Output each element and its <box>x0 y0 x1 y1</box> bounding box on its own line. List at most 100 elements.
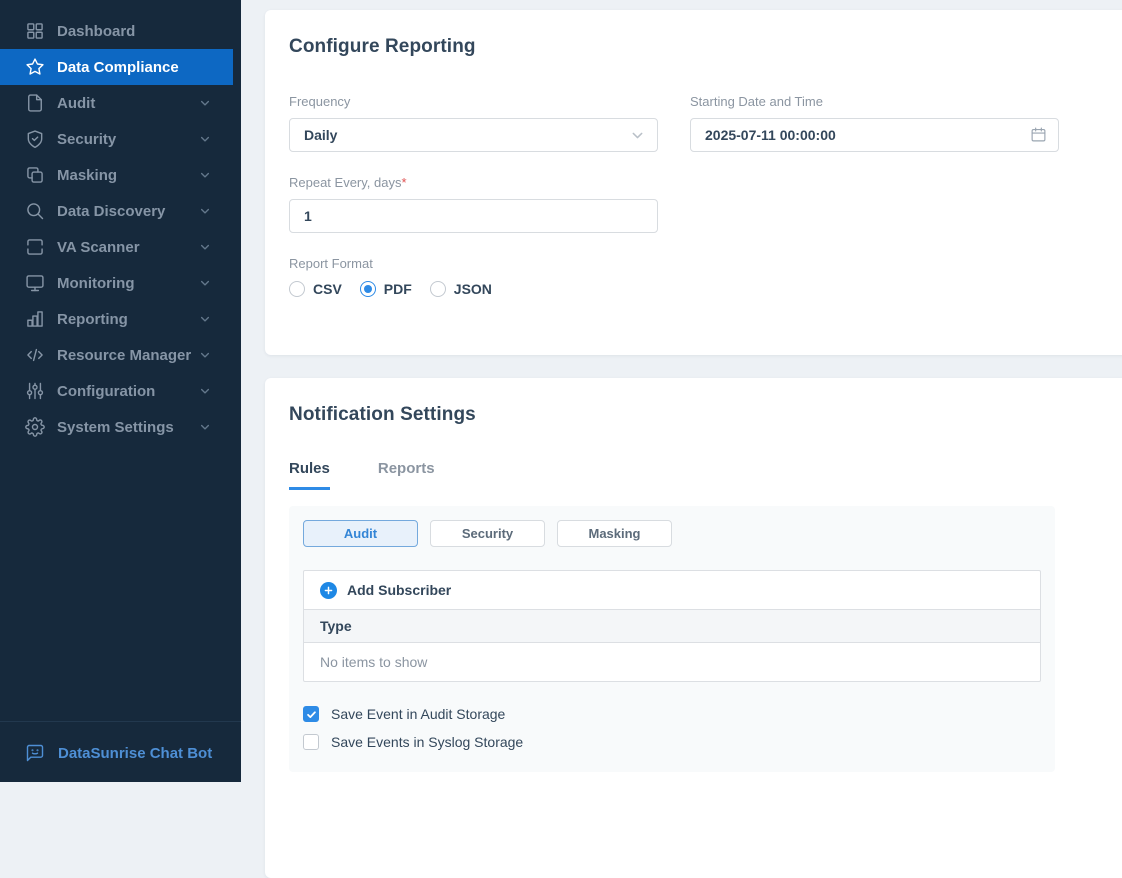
chevron-down-icon <box>199 205 211 217</box>
starting-date-input[interactable] <box>690 118 1059 152</box>
radio-pdf[interactable]: PDF <box>360 281 412 297</box>
chevron-down-icon <box>199 169 211 181</box>
bar-chart-icon <box>25 309 45 329</box>
sidebar-item-masking[interactable]: Masking <box>0 157 241 193</box>
sidebar-item-data-discovery[interactable]: Data Discovery <box>0 193 241 229</box>
add-subscriber-button[interactable]: Add Subscriber <box>304 571 1040 609</box>
rules-tab-panel: Audit Security Masking Add Subscriber Ty… <box>289 506 1055 772</box>
monitor-icon <box>25 273 45 293</box>
checkbox-audit-storage-label: Save Event in Audit Storage <box>331 706 505 722</box>
checkbox-unchecked-icon <box>303 734 319 750</box>
rule-type-security-button[interactable]: Security <box>430 520 545 547</box>
tab-rules[interactable]: Rules <box>289 460 330 490</box>
repeat-every-field-group: Repeat Every, days* <box>289 175 658 233</box>
shield-check-icon <box>25 129 45 149</box>
sidebar-item-va-scanner[interactable]: VA Scanner <box>0 229 241 265</box>
sidebar-item-label: System Settings <box>57 419 174 436</box>
rule-type-masking-button[interactable]: Masking <box>557 520 672 547</box>
radio-pdf-label: PDF <box>384 281 412 297</box>
star-icon <box>25 57 45 77</box>
dashboard-grid-icon <box>25 21 45 41</box>
chevron-down-icon <box>199 277 211 289</box>
sidebar-item-label: Security <box>57 131 116 148</box>
radio-csv[interactable]: CSV <box>289 281 342 297</box>
empty-text: No items to show <box>320 654 427 670</box>
sidebar-item-label: Data Discovery <box>57 203 165 220</box>
required-asterisk: * <box>401 175 406 190</box>
radio-json-label: JSON <box>454 281 492 297</box>
notification-settings-title: Notification Settings <box>289 404 1121 426</box>
radio-circle-icon <box>430 281 446 297</box>
checkbox-checked-icon <box>303 706 319 722</box>
configure-reporting-form: Frequency Daily Starting Date and Time <box>289 94 1121 297</box>
notification-tabs: Rules Reports <box>289 460 1121 490</box>
repeat-every-input[interactable] <box>289 199 658 233</box>
sidebar-item-label: Data Compliance <box>57 59 179 76</box>
sidebar-item-security[interactable]: Security <box>0 121 241 157</box>
plus-circle-icon <box>320 582 337 599</box>
sidebar-item-configuration[interactable]: Configuration <box>0 373 241 409</box>
sidebar-item-label: Reporting <box>57 311 128 328</box>
sidebar-item-monitoring[interactable]: Monitoring <box>0 265 241 301</box>
code-icon <box>25 345 45 365</box>
repeat-every-label: Repeat Every, days* <box>289 175 658 190</box>
chevron-down-icon <box>199 133 211 145</box>
sidebar-item-system-settings[interactable]: System Settings <box>0 409 241 445</box>
checkbox-syslog-storage-label: Save Events in Syslog Storage <box>331 734 523 750</box>
sidebar-item-label: VA Scanner <box>57 239 140 256</box>
report-format-label: Report Format <box>289 256 658 271</box>
sidebar-item-label: Configuration <box>57 383 155 400</box>
chat-bot-label: DataSunrise Chat Bot <box>58 745 212 762</box>
sidebar-item-dashboard[interactable]: Dashboard <box>0 13 241 49</box>
document-icon <box>25 93 45 113</box>
chevron-down-icon <box>199 97 211 109</box>
radio-csv-label: CSV <box>313 281 342 297</box>
starting-date-field-group: Starting Date and Time <box>690 94 1059 152</box>
sidebar: Dashboard Data Compliance Audit Security <box>0 0 241 782</box>
frequency-select[interactable]: Daily <box>289 118 658 152</box>
sidebar-item-label: Resource Manager <box>57 347 191 364</box>
configure-reporting-card: Configure Reporting Frequency Daily Star… <box>265 10 1122 355</box>
rule-type-audit-button[interactable]: Audit <box>303 520 418 547</box>
radio-circle-icon <box>289 281 305 297</box>
chevron-down-icon <box>199 313 211 325</box>
storage-options: Save Event in Audit Storage Save Events … <box>303 706 1041 750</box>
scanner-frame-icon <box>25 237 45 257</box>
configure-reporting-title: Configure Reporting <box>289 36 1121 58</box>
sidebar-item-audit[interactable]: Audit <box>0 85 241 121</box>
sidebar-nav-list: Dashboard Data Compliance Audit Security <box>0 0 241 445</box>
subscriber-table: Add Subscriber Type No items to show <box>303 570 1041 682</box>
chevron-down-icon <box>199 241 211 253</box>
checkbox-syslog-storage[interactable]: Save Events in Syslog Storage <box>303 734 1041 750</box>
sidebar-item-label: Monitoring <box>57 275 134 292</box>
sidebar-item-label: Masking <box>57 167 117 184</box>
checkbox-audit-storage[interactable]: Save Event in Audit Storage <box>303 706 1041 722</box>
notification-settings-card: Notification Settings Rules Reports Audi… <box>265 378 1122 878</box>
radio-circle-icon <box>360 281 376 297</box>
frequency-field-group: Frequency Daily <box>289 94 658 152</box>
sidebar-item-resource-manager[interactable]: Resource Manager <box>0 337 241 373</box>
sidebar-item-label: Audit <box>57 95 95 112</box>
tab-reports[interactable]: Reports <box>378 460 435 490</box>
add-subscriber-label: Add Subscriber <box>347 582 451 598</box>
report-format-radio-group: CSV PDF JSON <box>289 281 658 297</box>
starting-date-label: Starting Date and Time <box>690 94 1059 109</box>
calendar-icon[interactable] <box>1030 126 1047 143</box>
chevron-down-icon <box>630 128 645 143</box>
chat-bubble-icon <box>25 743 45 763</box>
radio-json[interactable]: JSON <box>430 281 492 297</box>
chevron-down-icon <box>199 385 211 397</box>
rule-type-buttons: Audit Security Masking <box>303 520 1041 547</box>
sidebar-item-label: Dashboard <box>57 23 135 40</box>
sidebar-item-data-compliance[interactable]: Data Compliance <box>0 49 233 85</box>
masking-squares-icon <box>25 165 45 185</box>
frequency-label: Frequency <box>289 94 658 109</box>
sidebar-item-reporting[interactable]: Reporting <box>0 301 241 337</box>
table-header-type: Type <box>304 609 1040 643</box>
chevron-down-icon <box>199 349 211 361</box>
report-format-group: Report Format CSV PDF JSON <box>289 256 658 297</box>
frequency-value: Daily <box>304 127 337 143</box>
chat-bot-button[interactable]: DataSunrise Chat Bot <box>0 721 241 782</box>
gear-icon <box>25 417 45 437</box>
table-empty-row: No items to show <box>304 643 1040 681</box>
